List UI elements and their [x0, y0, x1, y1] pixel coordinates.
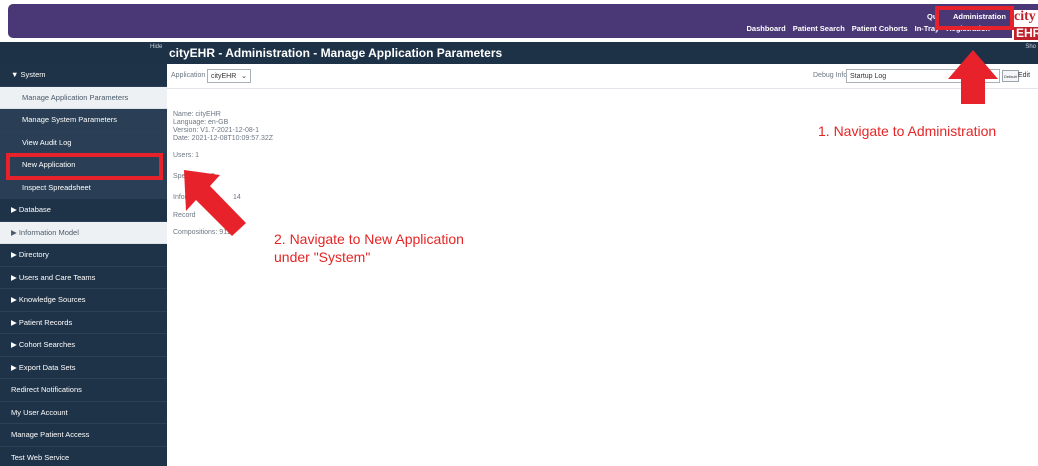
sidebar-item-manage-application-parameters[interactable]: Manage Application Parameters [0, 86, 167, 109]
info-version: Version: V1.7-2021-12-08-1 [173, 127, 259, 134]
debug-info-label: Debug Info: [813, 72, 850, 79]
debug-info-select-value: Startup Log [850, 73, 887, 80]
logo-city-text: city [1014, 10, 1036, 24]
info-date: Date: 2021-12-08T10:09:57.32Z [173, 135, 274, 142]
info-language: Language: en-GB [173, 119, 229, 126]
cityehr-logo: city EHR [1012, 10, 1038, 42]
title-bar: Hide cityEHR - Administration - Manage A… [0, 42, 1038, 64]
sidebar-item-manage-patient-access[interactable]: Manage Patient Access [0, 424, 167, 447]
top-nav-patient-search[interactable]: Patient Search [793, 24, 845, 33]
annotation-step-2-line-1: 2. Navigate to New Application [274, 231, 464, 247]
hide-sidebar-link[interactable]: Hide [150, 44, 162, 50]
sidebar-item-export-data-sets[interactable]: ▶ Export Data Sets [0, 357, 167, 379]
sidebar-item-users-and-care-teams[interactable]: ▶ Users and Care Teams [0, 267, 167, 289]
info-information: Inform [173, 194, 193, 201]
sidebar-item-database[interactable]: ▶ Database [0, 199, 167, 222]
logo-ehr-text: EHR [1014, 27, 1038, 40]
default-button[interactable]: Default [1002, 70, 1019, 82]
top-header: Qui Administration Dashboard Patient Sea… [8, 4, 1038, 42]
application-label: Application [171, 72, 206, 79]
sidebar-item-my-user-account[interactable]: My User Account [0, 402, 167, 424]
sidebar-item-view-audit-log[interactable]: View Audit Log [0, 131, 167, 154]
sidebar-item-system[interactable]: ▼ System [0, 64, 167, 87]
debug-info-select[interactable]: Startup Log ⌄ [846, 69, 1000, 83]
application-select-value: cityEHR [211, 73, 237, 80]
chevron-down-icon: ⌄ [241, 73, 247, 80]
top-nav-dashboard[interactable]: Dashboard [747, 24, 786, 33]
new-application-highlight-box [6, 153, 163, 180]
page-title: cityEHR - Administration - Manage Applic… [169, 46, 503, 60]
sidebar-item-test-web-service[interactable]: Test Web Service [0, 447, 167, 466]
sidebar-item-patient-records[interactable]: ▶ Patient Records [0, 312, 167, 334]
info-users: Users: 1 [173, 152, 200, 159]
toolbar: Application cityEHR ⌄ Debug Info: Startu… [167, 64, 1038, 89]
chevron-down-icon: ⌄ [990, 73, 996, 80]
info-name: Name: cityEHR [173, 111, 221, 118]
sidebar-item-information-model[interactable]: ▶ Information Model [0, 221, 167, 244]
show-link[interactable]: Sho [1025, 44, 1036, 50]
top-nav-patient-cohorts[interactable]: Patient Cohorts [852, 24, 908, 33]
info-information-count: 14 [233, 194, 241, 201]
sidebar-item-knowledge-sources[interactable]: ▶ Knowledge Sources [0, 289, 167, 312]
annotation-step-1: 1. Navigate to Administration [818, 123, 997, 139]
edit-link[interactable]: Edit [1018, 72, 1030, 79]
sidebar-item-cohort-searches[interactable]: ▶ Cohort Searches [0, 334, 167, 357]
info-records: Record [173, 212, 196, 219]
annotation-step-2-line-2: under "System" [274, 249, 371, 265]
sidebar-item-redirect-notifications[interactable]: Redirect Notifications [0, 379, 167, 402]
administration-highlight-box [935, 6, 1014, 30]
sidebar-item-manage-system-parameters[interactable]: Manage System Parameters [0, 109, 167, 132]
info-compositions: Compositions: 911 [173, 229, 231, 236]
application-select[interactable]: cityEHR ⌄ [207, 69, 251, 83]
info-specialties: Specialties: 3 [173, 173, 215, 180]
sidebar: ▼ System Manage Application Parameters M… [0, 64, 167, 466]
sidebar-item-directory[interactable]: ▶ Directory [0, 244, 167, 267]
